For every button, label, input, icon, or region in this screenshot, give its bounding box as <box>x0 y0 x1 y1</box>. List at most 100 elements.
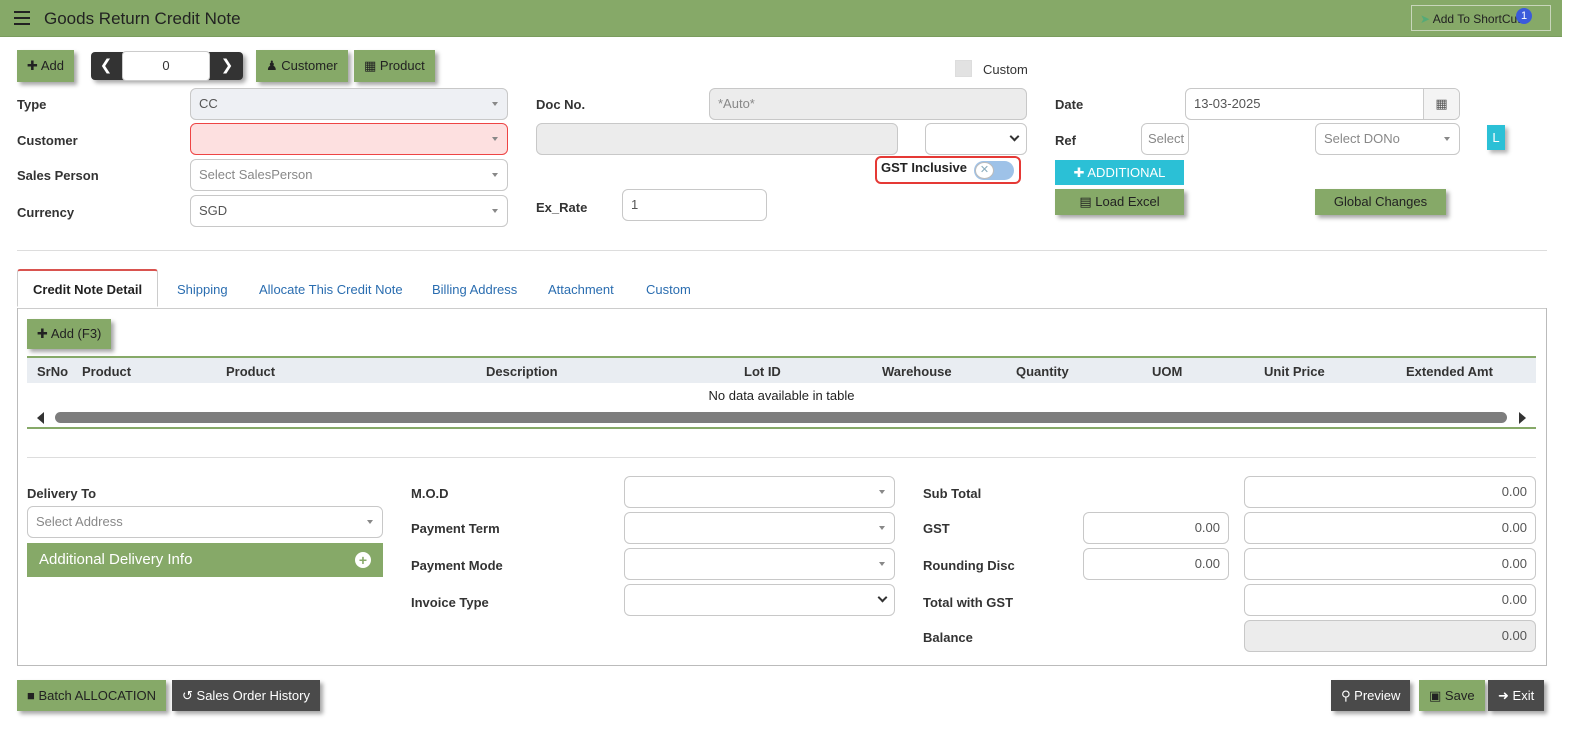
payment-term-select[interactable] <box>624 512 895 544</box>
chevron-right-icon: ❯ <box>220 57 234 74</box>
sales-person-select[interactable]: Select SalesPerson <box>190 159 508 191</box>
user-icon: ♟ <box>266 58 278 73</box>
total-with-gst-label: Total with GST <box>923 595 1014 610</box>
column-header[interactable]: Lot ID <box>744 364 781 379</box>
rounding-percent-input[interactable]: 0.00 <box>1083 548 1229 580</box>
gst-inclusive-label: GST Inclusive <box>881 160 967 175</box>
batch-allocation-button[interactable]: ■ Batch ALLOCATION <box>17 680 167 711</box>
customer-extra-select[interactable] <box>925 123 1027 155</box>
add-line-button[interactable]: ✚ Add (F3) <box>27 319 112 349</box>
currency-select[interactable]: SGD <box>190 195 508 227</box>
shortcut-count-badge: 1 <box>1516 8 1532 24</box>
caret-down-icon <box>492 102 498 106</box>
prev-record-button[interactable]: ❮ <box>91 52 121 80</box>
dono-select[interactable]: Select DONo <box>1315 123 1460 155</box>
customer-button[interactable]: ♟ Customer <box>256 50 348 82</box>
caret-down-icon <box>879 526 885 530</box>
plus-circle-icon[interactable]: + <box>355 552 371 568</box>
exit-button[interactable]: ➜ Exit <box>1488 680 1545 711</box>
sub-total-input[interactable]: 0.00 <box>1244 476 1536 508</box>
column-header[interactable]: UOM <box>1152 364 1182 379</box>
table-bottom-border <box>27 427 1536 429</box>
sales-order-history-button[interactable]: ↺ Sales Order History <box>172 680 320 711</box>
column-header[interactable]: Extended Amt <box>1406 364 1493 379</box>
search-icon: ⚲ <box>1341 688 1351 703</box>
divider <box>17 250 1547 251</box>
horizontal-scrollbar[interactable] <box>55 412 1507 423</box>
tab-billing-address[interactable]: Billing Address <box>417 271 532 309</box>
menu-icon[interactable] <box>14 11 30 25</box>
toggle-off-icon: ✕ <box>975 162 994 179</box>
caret-down-icon <box>879 562 885 566</box>
next-record-button[interactable]: ❯ <box>212 52 242 80</box>
plus-icon: ✚ <box>37 326 48 341</box>
shortcut-label: Add To ShortCut <box>1432 12 1521 26</box>
customer-select[interactable] <box>190 123 508 155</box>
custom-checkbox[interactable] <box>955 60 972 77</box>
page-scroll-area <box>1562 0 1592 737</box>
mod-label: M.O.D <box>411 486 449 501</box>
scroll-left-icon[interactable] <box>37 412 44 424</box>
ref-select[interactable]: Select <box>1141 123 1189 155</box>
plus-icon: ✚ <box>1073 165 1085 180</box>
caret-down-icon <box>1444 137 1450 141</box>
ex-rate-label: Ex_Rate <box>536 200 588 215</box>
l-button[interactable]: L <box>1487 125 1505 150</box>
tab-attachment[interactable]: Attachment <box>533 271 629 309</box>
preview-button[interactable]: ⚲ Preview <box>1331 680 1411 711</box>
mod-select[interactable] <box>624 476 895 508</box>
global-changes-button[interactable]: Global Changes <box>1315 189 1446 215</box>
total-with-gst-input[interactable]: 0.00 <box>1244 584 1536 616</box>
tab-custom[interactable]: Custom <box>631 271 706 309</box>
tab-shipping[interactable]: Shipping <box>162 271 243 309</box>
type-label: Type <box>17 97 47 112</box>
column-header[interactable]: Unit Price <box>1264 364 1325 379</box>
gst-amount-input[interactable]: 0.00 <box>1244 512 1536 544</box>
sub-total-label: Sub Total <box>923 486 982 501</box>
product-button[interactable]: ▦ Product <box>354 50 435 82</box>
divider <box>27 457 1536 458</box>
caret-down-icon <box>492 137 498 141</box>
date-input[interactable]: 13-03-2025 ▦ <box>1185 88 1460 120</box>
calendar-icon[interactable]: ▦ <box>1423 89 1459 119</box>
floppy-disk-icon: ▣ <box>1429 688 1442 703</box>
caret-down-icon <box>879 490 885 494</box>
add-to-shortcut-button[interactable]: ➤ Add To ShortCut 1 <box>1411 5 1551 31</box>
payment-mode-select[interactable] <box>624 548 895 580</box>
delivery-to-label: Delivery To <box>27 486 97 501</box>
rocket-icon: ➤ <box>1420 12 1431 26</box>
rounding-amount-input[interactable]: 0.00 <box>1244 548 1536 580</box>
custom-checkbox-label: Custom <box>983 62 1028 77</box>
tab-allocate-credit-note[interactable]: Allocate This Credit Note <box>244 271 418 309</box>
column-header[interactable]: Warehouse <box>882 364 952 379</box>
record-number-input[interactable]: 0 <box>122 51 210 81</box>
chevron-down-icon <box>1009 131 1020 142</box>
column-header[interactable]: Product <box>226 364 275 379</box>
scroll-right-icon[interactable] <box>1519 412 1526 424</box>
archive-icon: ■ <box>27 688 35 703</box>
column-header[interactable]: Product <box>82 364 131 379</box>
caret-down-icon <box>492 209 498 213</box>
delivery-address-select[interactable]: Select Address <box>27 506 383 538</box>
plus-icon: ✚ <box>27 58 38 73</box>
tab-credit-note-detail[interactable]: Credit Note Detail <box>17 269 159 307</box>
column-header[interactable]: SrNo <box>37 364 68 379</box>
currency-label: Currency <box>17 205 75 220</box>
invoice-type-select[interactable] <box>624 584 895 616</box>
gift-icon: ▦ <box>364 58 377 73</box>
doc-no-input[interactable]: *Auto* <box>709 88 1027 120</box>
load-excel-button[interactable]: ▤ Load Excel <box>1055 189 1184 215</box>
ex-rate-input[interactable]: 1 <box>622 189 767 221</box>
caret-down-icon <box>367 520 373 524</box>
balance-label: Balance <box>923 630 973 645</box>
additional-delivery-info-panel[interactable]: Additional Delivery Info + <box>27 543 383 577</box>
type-select[interactable]: CC <box>190 88 508 120</box>
additional-button[interactable]: ✚ ADDITIONAL <box>1055 160 1184 185</box>
save-button[interactable]: ▣ Save <box>1419 680 1485 711</box>
gst-percent-input[interactable]: 0.00 <box>1083 512 1229 544</box>
column-header[interactable]: Quantity <box>1016 364 1069 379</box>
add-button[interactable]: ✚ Add <box>17 50 74 82</box>
doc-no-label: Doc No. <box>536 97 586 112</box>
customer-name-input[interactable] <box>536 123 898 155</box>
column-header[interactable]: Description <box>486 364 558 379</box>
